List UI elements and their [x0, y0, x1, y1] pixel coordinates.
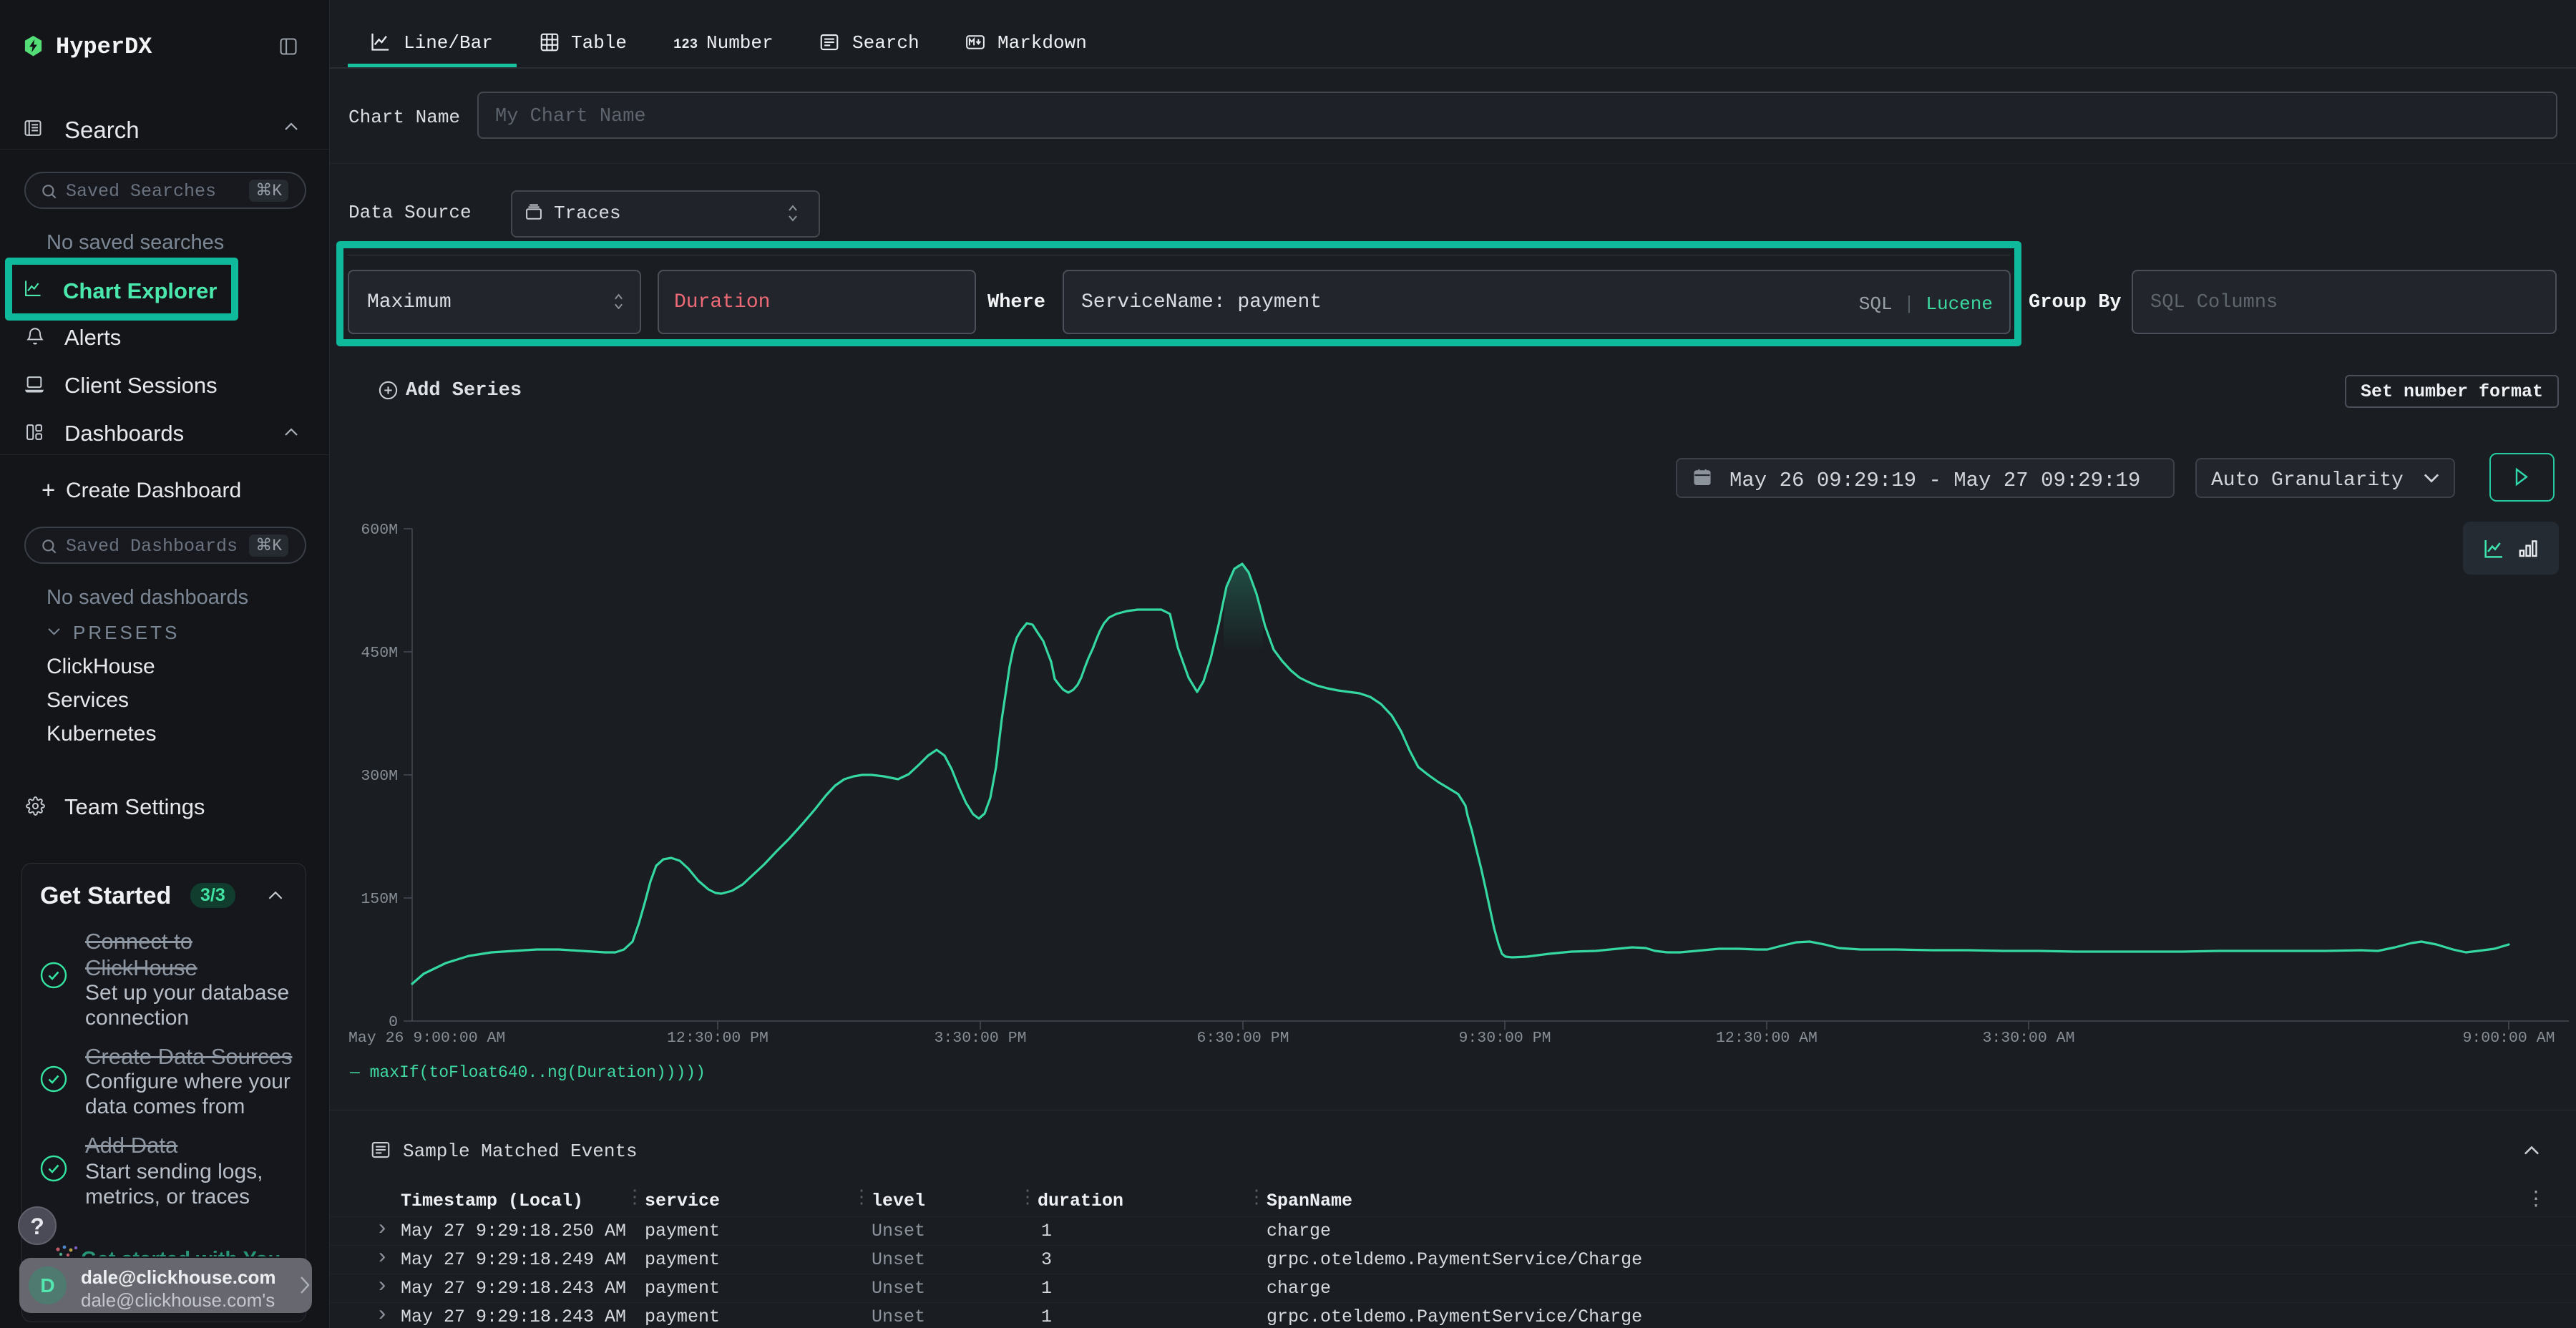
svg-text:3:30:00 AM: 3:30:00 AM [1982, 1030, 2074, 1047]
svg-text:600M: 600M [361, 522, 398, 539]
svg-text:12:30:00 PM: 12:30:00 PM [667, 1030, 769, 1047]
svg-text:6:30:00 PM: 6:30:00 PM [1196, 1030, 1289, 1047]
svg-text:9:30:00 PM: 9:30:00 PM [1458, 1030, 1551, 1047]
svg-text:0: 0 [389, 1014, 398, 1031]
svg-text:300M: 300M [361, 768, 398, 785]
svg-text:150M: 150M [361, 891, 398, 908]
svg-text:May 26 9:00:00 AM: May 26 9:00:00 AM [348, 1030, 505, 1047]
svg-text:450M: 450M [361, 645, 398, 662]
svg-text:12:30:00 AM: 12:30:00 AM [1716, 1030, 1818, 1047]
svg-text:9:00:00 AM: 9:00:00 AM [2462, 1030, 2555, 1047]
svg-text:3:30:00 PM: 3:30:00 PM [934, 1030, 1026, 1047]
